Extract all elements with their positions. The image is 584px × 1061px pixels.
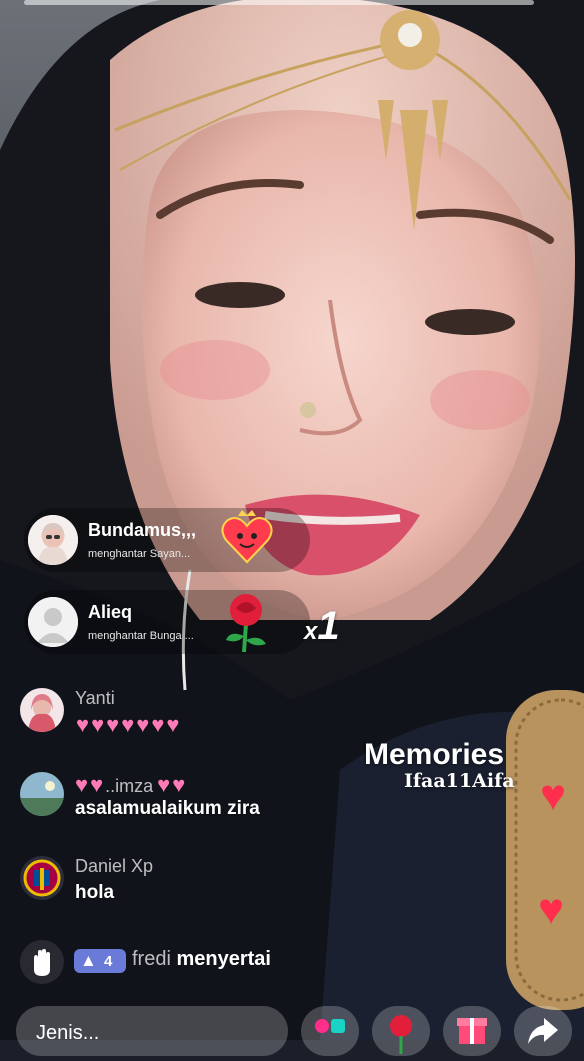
- chat-text: hola: [75, 882, 115, 903]
- chat-hearts: ♥♥♥♥♥♥♥: [76, 712, 181, 738]
- join-text: fredi menyertai: [132, 948, 271, 971]
- wave-hand-icon: [20, 940, 64, 984]
- gift-notification[interactable]: Alieq menghantar Bunga ...: [24, 590, 310, 654]
- rose-gift-button[interactable]: [372, 1006, 430, 1056]
- avatar[interactable]: [28, 597, 78, 647]
- pink-heart-icon: ♥: [121, 712, 135, 737]
- comment-input[interactable]: Jenis...: [16, 1006, 288, 1056]
- level-number: 4: [104, 953, 113, 970]
- gift-combo-counter: x1: [304, 604, 340, 649]
- pink-heart-icon: ♥: [106, 712, 120, 737]
- avatar[interactable]: [20, 688, 64, 732]
- heart-gift-icon: [218, 510, 276, 573]
- gift-sender-name: Bundamus,,,: [88, 520, 197, 540]
- join-action: menyertai: [176, 948, 271, 970]
- gift-button[interactable]: [443, 1006, 501, 1056]
- rose-icon: [216, 590, 276, 659]
- avatar[interactable]: [28, 515, 78, 565]
- comment-placeholder: Jenis...: [36, 1022, 100, 1044]
- top-status-strip: [24, 0, 534, 5]
- watermark-handle: Ifaa11Aifa: [404, 770, 515, 792]
- pink-heart-icon: ♥: [166, 712, 180, 737]
- pink-heart-icon: ♥: [75, 772, 89, 797]
- pink-heart-icon: ♥: [76, 712, 90, 737]
- more-features-button[interactable]: [301, 1006, 359, 1056]
- floating-heart-icon: ♥: [540, 771, 567, 820]
- apps-icon: [315, 1019, 345, 1033]
- chat-text: asalamualaikum zira: [75, 798, 260, 819]
- avatar[interactable]: [20, 772, 64, 816]
- gift-box-icon: [457, 1018, 487, 1044]
- combo-count: 1: [317, 604, 340, 648]
- pink-heart-icon: ♥: [151, 712, 165, 737]
- pink-heart-icon: ♥: [91, 712, 105, 737]
- pink-heart-icon: ♥: [157, 772, 171, 797]
- gift-sender-name: Alieq: [88, 602, 133, 622]
- watermark-title: Memories: [364, 738, 505, 771]
- chat-username-row: ♥♥ ..imza ♥♥: [75, 772, 187, 798]
- avatar[interactable]: [20, 856, 64, 900]
- pink-heart-icon: ♥: [172, 772, 186, 797]
- level-triangle-icon: ▲: [80, 951, 97, 970]
- chat-username: ..imza: [105, 776, 154, 796]
- level-badge: ▲ 4: [74, 949, 126, 973]
- watermark: Memories Ifaa11Aifa: [364, 738, 515, 792]
- gift-notification[interactable]: Bundamus,,, menghantar Sayan...: [24, 508, 310, 572]
- rose-icon: [390, 1015, 412, 1054]
- combo-prefix: x: [304, 618, 318, 645]
- gift-action-text: menghantar Bunga ...: [88, 630, 194, 642]
- chat-username: Daniel Xp: [75, 856, 154, 876]
- share-button[interactable]: [514, 1006, 572, 1056]
- floating-heart-icon: ♥: [538, 885, 565, 934]
- share-icon: [528, 1018, 558, 1044]
- join-username: fredi: [132, 948, 171, 970]
- pink-heart-icon: ♥: [136, 712, 150, 737]
- gift-action-text: menghantar Sayan...: [88, 548, 191, 560]
- pink-heart-icon: ♥: [90, 772, 104, 797]
- chat-username: Yanti: [75, 688, 115, 708]
